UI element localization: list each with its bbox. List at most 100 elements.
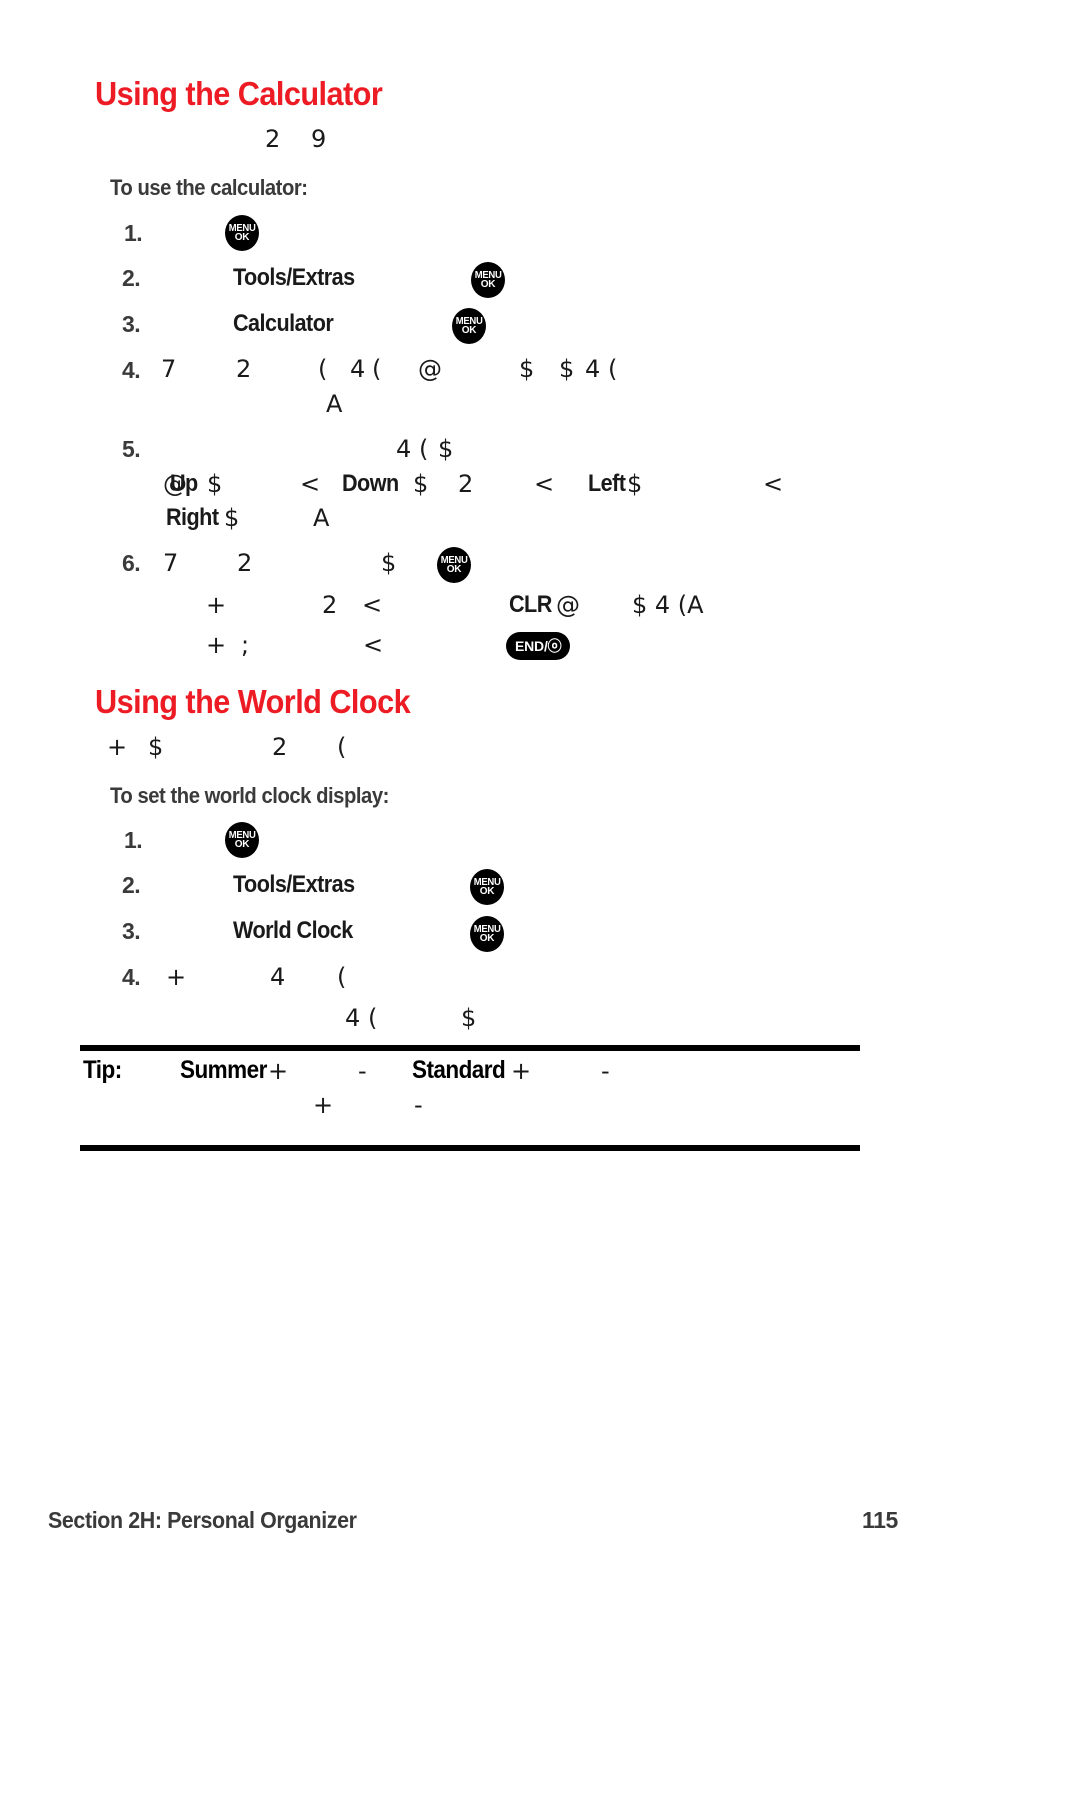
- menu-ok-key-line1: MENU: [474, 269, 502, 281]
- world-clock-intro-glyph-1: +: [107, 733, 128, 761]
- nav-key-left-label[interactable]: Left: [588, 472, 626, 496]
- menu-ok-key-icon[interactable]: MENU OK: [452, 308, 486, 344]
- calc-step6-sub1-trailing: $ 4 (A: [632, 591, 704, 619]
- wc-step4-line2-glyph-3: $: [461, 1004, 477, 1032]
- calc-nav-down-extra: 2: [458, 470, 474, 498]
- calc-nav-sep-3: <: [763, 470, 784, 498]
- step-number-wc-2: 2.: [122, 872, 141, 898]
- nav-key-left-glyph: $: [627, 470, 643, 498]
- step-number-calc-1: 1.: [124, 220, 143, 246]
- calc-step4-glyph-3: (: [318, 355, 328, 383]
- calculator-intro-glyph-2: 9: [311, 125, 327, 153]
- calc-step6-sub2-glyph-2: ;: [241, 631, 250, 659]
- menu-ok-key-icon[interactable]: MENU OK: [471, 262, 505, 298]
- step-number-calc-6: 6.: [122, 550, 141, 576]
- calc-step4-glyph-4: 4: [350, 355, 366, 383]
- step-number-calc-2: 2.: [122, 265, 141, 291]
- calc-step4-glyph-8: $: [559, 355, 575, 383]
- tip-summer-glyph: +: [268, 1057, 289, 1085]
- menu-ok-key-icon[interactable]: MENU OK: [470, 869, 504, 905]
- menu-ok-key-line2: OK: [479, 886, 495, 897]
- calc-nav-sep-2: <: [534, 470, 555, 498]
- end-power-key-icon[interactable]: END/ⓞ: [506, 632, 571, 660]
- clr-key-label[interactable]: CLR: [509, 593, 552, 617]
- step-number-wc-4: 4.: [122, 964, 141, 990]
- calculator-intro-glyph-1: 2: [265, 125, 281, 153]
- menu-ok-key-line1: MENU: [455, 315, 483, 327]
- world-clock-intro-glyph-2: $: [148, 733, 164, 761]
- menu-ok-key-line2: OK: [480, 279, 496, 290]
- tip-dash-2: -: [601, 1057, 610, 1085]
- menu-ok-key-line1: MENU: [473, 923, 501, 935]
- menu-item-tools-extras[interactable]: Tools/Extras: [233, 266, 355, 290]
- subhead-use-calculator: To use the calculator:: [110, 175, 308, 200]
- menu-ok-key-icon[interactable]: MENU OK: [225, 822, 259, 858]
- wc-step4-glyph-3: (: [337, 963, 347, 991]
- menu-ok-key-icon[interactable]: MENU OK: [225, 215, 259, 251]
- step-number-wc-1: 1.: [124, 827, 143, 853]
- menu-ok-key-line2: OK: [234, 232, 250, 243]
- menu-ok-key-icon[interactable]: MENU OK: [437, 547, 471, 583]
- tip-dash-1: -: [358, 1057, 367, 1085]
- menu-ok-key-line1: MENU: [473, 876, 501, 888]
- menu-item-tools-extras[interactable]: Tools/Extras: [233, 873, 355, 897]
- menu-item-calculator[interactable]: Calculator: [233, 312, 334, 336]
- menu-ok-key-line2: OK: [234, 839, 250, 850]
- page-number: 115: [862, 1507, 898, 1533]
- end-power-key-label: END/ⓞ: [515, 638, 562, 654]
- calc-step5-glyph-1: 4: [396, 435, 412, 463]
- tip-box-top-rule: [80, 1045, 860, 1051]
- tip-line2-plus: +: [313, 1091, 334, 1119]
- calc-step6-sub2-glyph-3: <: [363, 631, 384, 659]
- calc-step6-sub1-glyph-3: <: [362, 591, 383, 619]
- page-title-calculator: Using the Calculator: [95, 75, 383, 112]
- tip-box-bottom-rule: [80, 1145, 860, 1151]
- step-number-calc-4: 4.: [122, 357, 141, 383]
- world-clock-intro-glyph-3: 2: [272, 733, 288, 761]
- page-title-world-clock: Using the World Clock: [95, 683, 411, 720]
- step-number-wc-3: 3.: [122, 918, 141, 944]
- calc-step4-glyph-10: (: [608, 355, 618, 383]
- calc-step6-sub1-glyph-2: 2: [322, 591, 338, 619]
- menu-ok-key-line2: OK: [446, 564, 462, 575]
- wc-step4-glyph-1: +: [166, 963, 187, 991]
- calc-step6-glyph-2: 2: [237, 549, 253, 577]
- nav-key-up-label[interactable]: Up: [170, 472, 198, 496]
- subhead-set-world-clock: To set the world clock display:: [110, 783, 389, 808]
- calc-step4-glyph-1: 7: [161, 355, 177, 383]
- tip-line2-dash: -: [414, 1091, 423, 1119]
- tip-label: Tip:: [83, 1056, 122, 1084]
- calc-step4-glyph-7: $: [519, 355, 535, 383]
- calc-step4-glyph-2: 2: [236, 355, 252, 383]
- calc-nav-sep-1: <: [300, 470, 321, 498]
- step-number-calc-5: 5.: [122, 436, 141, 462]
- calc-step4-line2-glyph: A: [326, 390, 343, 418]
- nav-key-up-glyph: $: [207, 470, 223, 498]
- menu-ok-key-line2: OK: [479, 933, 495, 944]
- wc-step4-glyph-2: 4: [270, 963, 286, 991]
- calc-step4-glyph-6: @: [418, 355, 442, 383]
- wc-step4-line2-glyph-1: 4: [345, 1004, 361, 1032]
- manual-page: Using the Calculator 2 9 To use the calc…: [0, 0, 1080, 1800]
- nav-key-down-glyph: $: [413, 470, 429, 498]
- calc-step6-sub2-glyph-1: +: [206, 631, 227, 659]
- nav-key-down-label[interactable]: Down: [342, 472, 399, 496]
- menu-item-world-clock[interactable]: World Clock: [233, 919, 353, 943]
- menu-ok-key-icon[interactable]: MENU OK: [470, 916, 504, 952]
- footer-section-label: Section 2H: Personal Organizer: [48, 1507, 357, 1533]
- tip-summer-label: Summer: [180, 1056, 267, 1084]
- wc-step4-line2-glyph-2: (: [368, 1004, 378, 1032]
- menu-ok-key-line1: MENU: [228, 829, 256, 841]
- menu-ok-key-line1: MENU: [440, 554, 468, 566]
- menu-ok-key-line1: MENU: [228, 222, 256, 234]
- calc-step6-glyph-3: $: [381, 549, 397, 577]
- calc-step6-glyph-1: 7: [163, 549, 179, 577]
- calc-step5-glyph-3: $: [438, 435, 454, 463]
- world-clock-intro-glyph-4: (: [337, 733, 347, 761]
- step-number-calc-3: 3.: [122, 311, 141, 337]
- nav-key-right-label[interactable]: Right: [166, 506, 219, 530]
- calc-step4-glyph-9: 4: [585, 355, 601, 383]
- nav-key-right-glyph: $: [224, 504, 240, 532]
- calc-right-line-trailing: A: [313, 504, 330, 532]
- menu-ok-key-line2: OK: [461, 325, 477, 336]
